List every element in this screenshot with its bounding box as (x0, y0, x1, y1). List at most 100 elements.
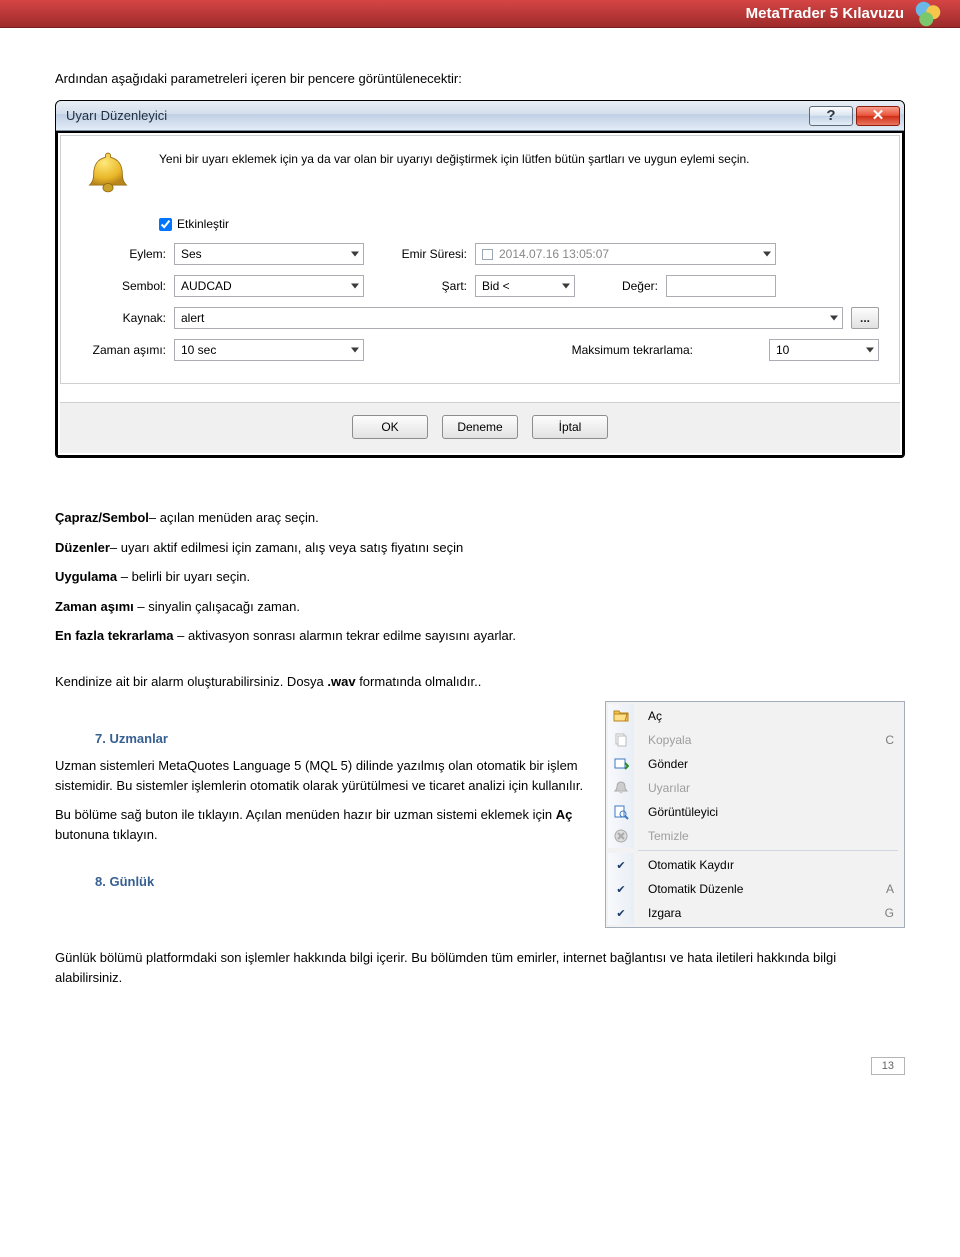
chevron-down-icon (866, 348, 874, 353)
heading-uzmanlar: 7. Uzmanlar (95, 731, 589, 746)
sart-select[interactable]: Bid < (475, 275, 575, 297)
deneme-button[interactable]: Deneme (442, 415, 518, 439)
sart-label: Şart: (372, 279, 467, 293)
desc-tekrarlama: En fazla tekrarlama – aktivasyon sonrası… (55, 626, 905, 646)
menu-label: Görüntüleyici (642, 805, 894, 819)
check-icon (608, 877, 634, 901)
clear-icon (608, 824, 634, 848)
emir-label: Emir Süresi: (372, 247, 467, 261)
iptal-button[interactable]: İptal (532, 415, 608, 439)
chevron-down-icon (351, 284, 359, 289)
section7-p1: Uzman sistemleri MetaQuotes Language 5 (… (55, 756, 589, 795)
send-icon (608, 752, 634, 776)
deger-input[interactable] (666, 275, 776, 297)
kaynak-select[interactable]: alert (174, 307, 843, 329)
dialog-description: Yeni bir uyarı eklemek için ya da var ol… (159, 148, 879, 205)
page-number: 13 (871, 1057, 905, 1075)
ok-label: OK (381, 420, 398, 434)
menu-separator (638, 850, 898, 851)
close-icon: ✕ (872, 108, 885, 123)
desc-uygulama: Uygulama – belirli bir uyarı seçin. (55, 567, 905, 587)
bell-icon (81, 148, 141, 205)
context-menu: Aç Kopyala C Gönder Uyarılar (605, 701, 905, 928)
menu-label: Uyarılar (642, 781, 894, 795)
check-icon (608, 853, 634, 877)
menu-item-temizle[interactable]: Temizle (608, 824, 902, 848)
iptal-label: İptal (559, 420, 582, 434)
menu-shortcut: C (873, 733, 894, 747)
dialog-title: Uyarı Düzenleyici (66, 108, 806, 123)
close-button[interactable]: ✕ (856, 106, 900, 126)
menu-label: Otomatik Düzenle (642, 882, 866, 896)
zaman-label: Zaman aşımı: (81, 343, 166, 357)
menu-item-izgara[interactable]: Izgara G (608, 901, 902, 925)
menu-shortcut: A (874, 882, 894, 896)
banner-title: MetaTrader 5 Kılavuzu (746, 5, 904, 22)
menu-item-goruntuleyici[interactable]: Görüntüleyici (608, 800, 902, 824)
dialog-button-row: OK Deneme İptal (60, 403, 900, 453)
viewer-icon (608, 800, 634, 824)
deneme-label: Deneme (457, 420, 502, 434)
page-body: Ardından aşağıdaki parametreleri içeren … (0, 28, 960, 1115)
check-icon (608, 901, 634, 925)
enable-checkbox[interactable] (159, 218, 172, 231)
zaman-value: 10 sec (181, 343, 216, 357)
kaynak-label: Kaynak: (81, 311, 166, 325)
bell-small-icon (608, 776, 634, 800)
eylem-label: Eylem: (81, 247, 166, 261)
desc-duzenler: Düzenler– uyarı aktif edilmesi için zama… (55, 538, 905, 558)
folder-open-icon (608, 704, 634, 728)
help-button[interactable]: ? (809, 106, 853, 126)
desc-zaman: Zaman aşımı – sinyalin çalışacağı zaman. (55, 597, 905, 617)
chevron-down-icon (830, 316, 838, 321)
heading-gunluk: 8. Günlük (95, 874, 589, 889)
sembol-select[interactable]: AUDCAD (174, 275, 364, 297)
desc-capraz: Çapraz/Sembol– açılan menüden araç seçin… (55, 508, 905, 528)
menu-label: Otomatik Kaydır (642, 858, 894, 872)
menu-label: Temizle (642, 829, 894, 843)
intro-text: Ardından aşağıdaki parametreleri içeren … (55, 71, 905, 86)
maks-label: Maksimum tekrarlama: (372, 343, 693, 357)
chevron-down-icon (562, 284, 570, 289)
menu-label: Izgara (642, 906, 865, 920)
chevron-down-icon (351, 252, 359, 257)
menu-item-kopyala[interactable]: Kopyala C (608, 728, 902, 752)
enable-label: Etkinleştir (177, 217, 229, 231)
zaman-select[interactable]: 10 sec (174, 339, 364, 361)
browse-button[interactable]: ... (851, 307, 879, 329)
chevron-down-icon (763, 252, 771, 257)
ok-button[interactable]: OK (352, 415, 428, 439)
help-icon: ? (826, 108, 835, 123)
menu-label: Aç (642, 709, 894, 723)
eylem-value: Ses (181, 247, 202, 261)
deger-label: Değer: (583, 279, 658, 293)
menu-label: Kopyala (642, 733, 865, 747)
section8-p1: Günlük bölümü platformdaki son işlemler … (55, 948, 905, 987)
sembol-value: AUDCAD (181, 279, 232, 293)
eylem-select[interactable]: Ses (174, 243, 364, 265)
menu-label: Gönder (642, 757, 894, 771)
desc-wav: Kendinize ait bir alarm oluşturabilirsin… (55, 672, 905, 692)
dialog-form: Yeni bir uyarı eklemek için ya da var ol… (60, 135, 900, 384)
sembol-label: Sembol: (81, 279, 166, 293)
copy-icon (608, 728, 634, 752)
chevron-down-icon (351, 348, 359, 353)
dots-label: ... (860, 311, 870, 325)
menu-shortcut: G (873, 906, 894, 920)
maks-select[interactable]: 10 (769, 339, 879, 361)
menu-item-ac[interactable]: Aç (608, 704, 902, 728)
app-logo-icon (914, 0, 942, 28)
emir-value: 2014.07.16 13:05:07 (499, 247, 609, 261)
alert-editor-dialog: Uyarı Düzenleyici ? ✕ (55, 100, 905, 458)
document-top-banner: MetaTrader 5 Kılavuzu (0, 0, 960, 28)
maks-value: 10 (776, 343, 789, 357)
dialog-titlebar: Uyarı Düzenleyici ? ✕ (56, 101, 904, 131)
emir-datetime-input[interactable]: 2014.07.16 13:05:07 (475, 243, 776, 265)
menu-item-otoduzenle[interactable]: Otomatik Düzenle A (608, 877, 902, 901)
calendar-checkbox-icon (482, 249, 493, 260)
menu-item-gonder[interactable]: Gönder (608, 752, 902, 776)
kaynak-value: alert (181, 311, 204, 325)
section7-p2: Bu bölüme sağ buton ile tıklayın. Açılan… (55, 805, 589, 844)
menu-item-otokaydir[interactable]: Otomatik Kaydır (608, 853, 902, 877)
menu-item-uyarilar[interactable]: Uyarılar (608, 776, 902, 800)
